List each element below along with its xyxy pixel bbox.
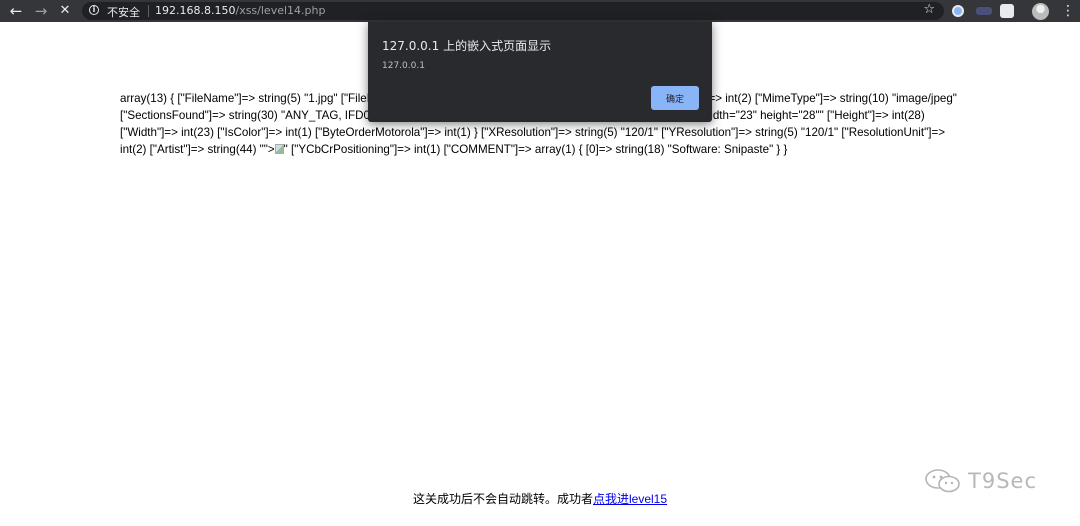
extension-h-icon[interactable] (1000, 4, 1014, 18)
ok-button[interactable]: 确定 (651, 86, 699, 110)
stop-icon[interactable]: ✕ (54, 0, 76, 22)
omnibox-divider (148, 5, 149, 17)
url-path: /xss/level14.php (235, 4, 326, 17)
watermark: T9Sec (924, 466, 1037, 496)
broken-image-icon (274, 144, 284, 154)
url-text[interactable]: 192.168.8.150/xss/level14.php (155, 4, 325, 17)
bookmark-star-icon[interactable]: ☆ (923, 2, 935, 17)
dialog-title: 127.0.0.1 上的嵌入式页面显示 (382, 39, 552, 53)
footer-line: 这关成功后不会自动跳转。成功者点我进level15 (0, 490, 1080, 507)
extension-circle-icon[interactable] (952, 5, 964, 17)
profile-avatar[interactable] (1032, 3, 1049, 20)
dialog-message: 127.0.0.1 (382, 61, 425, 71)
browser-toolbar: ← → ✕ i 不安全 192.168.8.150/xss/level14.ph… (0, 0, 1080, 22)
info-icon[interactable]: i (89, 5, 99, 15)
watermark-text: T9Sec (968, 469, 1037, 493)
forward-icon[interactable]: → (30, 0, 52, 22)
security-label[interactable]: 不安全 (107, 4, 140, 20)
extension-php-icon[interactable] (976, 7, 992, 15)
dump-text-part2: " ["YCbCrPositioning"]=> int(1) ["COMMEN… (283, 143, 788, 156)
url-host: 192.168.8.150 (155, 4, 236, 17)
address-bar[interactable]: i 不安全 192.168.8.150/xss/level14.php ☆ (82, 2, 944, 20)
alert-dialog: 127.0.0.1 上的嵌入式页面显示 127.0.0.1 确定 (368, 22, 712, 122)
footer-text: 这关成功后不会自动跳转。成功者 (412, 492, 593, 506)
next-level-link[interactable]: 点我进level15 (593, 492, 667, 506)
back-icon[interactable]: ← (5, 0, 27, 22)
browser-menu-icon[interactable]: ⋮ (1060, 0, 1076, 22)
wechat-icon (924, 468, 962, 494)
